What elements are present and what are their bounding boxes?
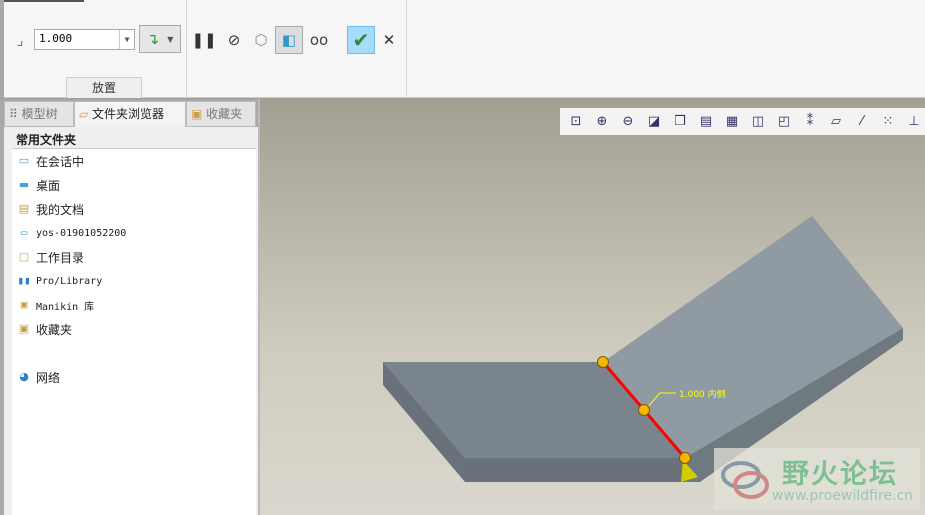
axis-display-icon[interactable]: ⁄ [851,112,873,132]
zoom-in-icon[interactable]: ⊕ [591,112,613,132]
watermark: 野火论坛 www.proewildfire.cn [714,448,920,510]
view-toolbar: ⊡ ⊕ ⊖ ◪ ❒ ▤ ▦ ◫ ◰ ⁑ ▱ ⁄ ⁙ ⊥ [560,108,925,135]
csys-display-icon[interactable]: ⊥ [903,112,925,132]
point-display-icon[interactable]: ⁙ [877,112,899,132]
snapshot-icon[interactable]: ▦ [721,112,743,132]
model-geometry[interactable]: 1.000 内侧 [0,0,925,515]
zoom-fit-icon[interactable]: ⊡ [565,112,587,132]
watermark-title: 野火论坛 [782,459,898,490]
plane-display-icon[interactable]: ▱ [825,112,847,132]
drag-handle[interactable] [679,452,691,464]
view-manager-icon[interactable]: ▤ [695,112,717,132]
zoom-out-icon[interactable]: ⊖ [617,112,639,132]
datum-display-icon[interactable]: ⁑ [799,112,821,132]
dimension-label[interactable]: 1.000 内侧 [679,388,726,400]
watermark-logo [721,461,769,499]
repaint-icon[interactable]: ◪ [643,112,665,132]
saved-views-icon[interactable]: ❒ [669,112,691,132]
drag-handle[interactable] [638,404,650,416]
watermark-url: www.proewildfire.cn [772,488,914,504]
drag-handle[interactable] [597,356,609,368]
orient-icon[interactable]: ◫ [747,112,769,132]
spin-center-icon[interactable]: ◰ [773,112,795,132]
